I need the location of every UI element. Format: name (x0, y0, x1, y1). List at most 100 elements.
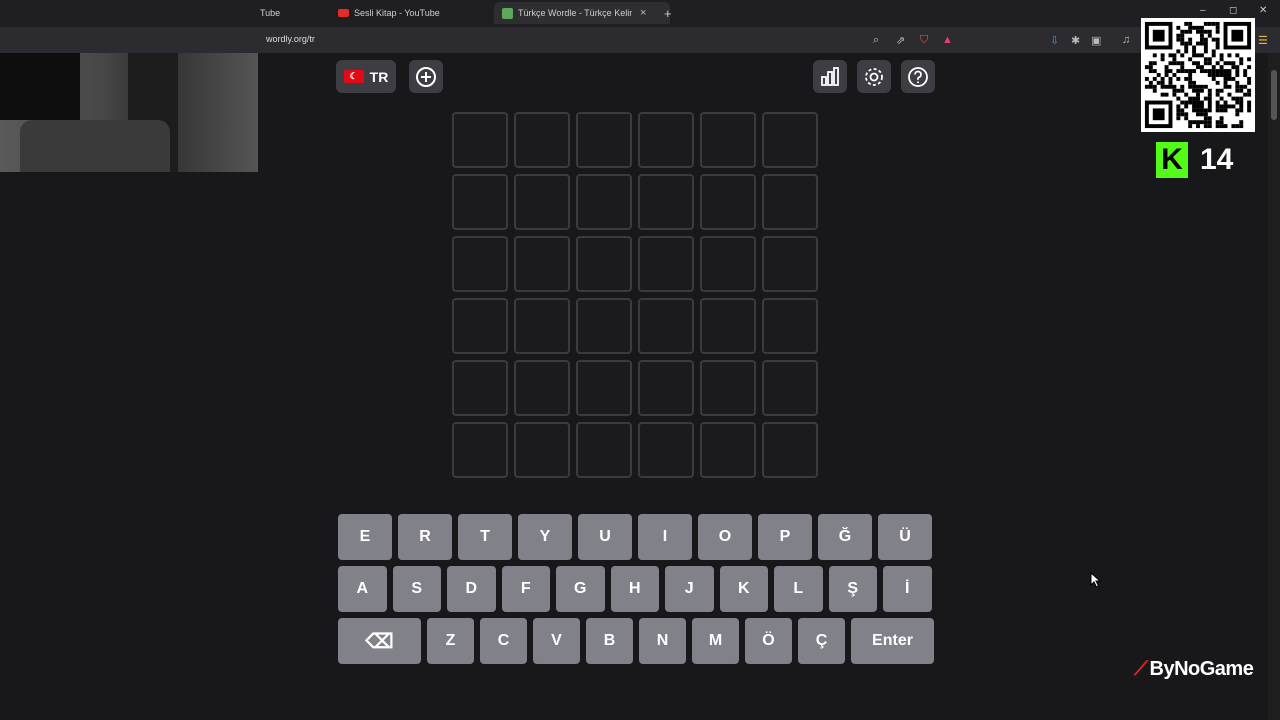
wordle-icon (502, 7, 513, 19)
board-tile (514, 174, 570, 230)
tab-wordle[interactable]: Türkçe Wordle - Türkçe Kelimel × (494, 2, 670, 24)
minimize-button[interactable]: – (1200, 5, 1206, 16)
board-tile (514, 422, 570, 478)
board-tile (700, 112, 756, 168)
board-tile (638, 236, 694, 292)
bar-chart-icon (821, 66, 839, 86)
key-c[interactable]: C (480, 618, 527, 664)
key-i̇[interactable]: İ (883, 566, 932, 612)
download-icon[interactable]: ⇩ (1050, 34, 1059, 47)
board-tile (638, 298, 694, 354)
board-tile (762, 236, 818, 292)
key-ç[interactable]: Ç (798, 618, 845, 664)
board-tile (514, 236, 570, 292)
gear-icon (865, 67, 883, 86)
enter-key[interactable]: Enter (851, 618, 934, 664)
tab-label: Sesli Kitap - YouTube (354, 8, 440, 18)
key-v[interactable]: V (533, 618, 580, 664)
key-z[interactable]: Z (427, 618, 474, 664)
keyboard-row-3: ⌫ ZCVBNMÖÇ Enter (338, 618, 934, 664)
board-tile (576, 360, 632, 416)
key-j[interactable]: J (665, 566, 714, 612)
media-icon[interactable]: ♫ (1122, 34, 1130, 46)
keyboard-row-3-letters: ZCVBNMÖÇ (427, 618, 845, 664)
tab-sesli-kitap[interactable]: Sesli Kitap - YouTube (338, 2, 440, 24)
board-tile (452, 422, 508, 478)
key-ü[interactable]: Ü (878, 514, 932, 560)
key-p[interactable]: P (758, 514, 812, 560)
tab-youtube[interactable]: Tube (260, 2, 280, 24)
extensions-icon[interactable]: ✱ (1071, 34, 1080, 47)
key-h[interactable]: H (610, 566, 659, 612)
viewer-count: 14 (1200, 143, 1234, 176)
scrollbar[interactable] (1268, 53, 1280, 720)
menu-icon[interactable]: ☰ (1258, 34, 1268, 47)
key-i[interactable]: I (638, 514, 692, 560)
qr-code-icon (1144, 21, 1252, 129)
brave-shield-icon[interactable]: ⛉ (920, 34, 928, 47)
key-f[interactable]: F (501, 566, 550, 612)
key-ö[interactable]: Ö (745, 618, 792, 664)
plus-circle-icon (416, 66, 436, 87)
close-window-button[interactable]: ✕ (1259, 5, 1267, 16)
youtube-icon (338, 9, 349, 17)
zoom-icon[interactable]: ⌕ (873, 34, 879, 47)
url-field[interactable]: wordly.org/tr (266, 34, 315, 44)
backspace-key[interactable]: ⌫ (338, 618, 421, 664)
key-s[interactable]: S (392, 566, 441, 612)
board-tile (638, 422, 694, 478)
webcam-sofa (20, 120, 170, 172)
game-board (452, 112, 818, 478)
board-tile (576, 236, 632, 292)
board-tile (762, 298, 818, 354)
board-tile (700, 236, 756, 292)
board-tile (700, 174, 756, 230)
key-d[interactable]: D (447, 566, 496, 612)
key-u[interactable]: U (578, 514, 632, 560)
new-game-button[interactable] (409, 60, 443, 93)
key-e[interactable]: E (338, 514, 392, 560)
help-button[interactable] (901, 60, 935, 93)
board-tile (452, 360, 508, 416)
question-icon (908, 66, 928, 87)
language-button[interactable]: ☾ TR (336, 60, 396, 93)
key-o[interactable]: O (698, 514, 752, 560)
bynogame-mark-icon: ⟋ (1134, 658, 1148, 680)
key-n[interactable]: N (639, 618, 686, 664)
key-k[interactable]: K (719, 566, 768, 612)
mouse-cursor-icon (1090, 572, 1102, 588)
board-tile (452, 174, 508, 230)
board-tile (452, 236, 508, 292)
address-bar: wordly.org/tr ⌕ ⇗ ⛉ ▲ ⇩ ✱ ▣ ♫ ☰ (0, 27, 1280, 53)
qr-code (1141, 18, 1255, 132)
kick-viewer-badge: K 14 (1156, 142, 1233, 178)
keyboard-row-1: ERTYUIOPĞÜ (338, 514, 932, 560)
key-m[interactable]: M (692, 618, 739, 664)
key-l[interactable]: L (774, 566, 823, 612)
board-tile (576, 422, 632, 478)
board-tile (576, 298, 632, 354)
key-a[interactable]: A (338, 566, 387, 612)
key-g[interactable]: G (556, 566, 605, 612)
sidebar-icon[interactable]: ▣ (1091, 34, 1101, 47)
key-t[interactable]: T (458, 514, 512, 560)
settings-button[interactable] (857, 60, 891, 93)
share-icon[interactable]: ⇗ (896, 34, 905, 47)
stats-button[interactable] (813, 60, 847, 93)
key-b[interactable]: B (586, 618, 633, 664)
board-tile (514, 112, 570, 168)
key-y[interactable]: Y (518, 514, 572, 560)
new-tab-button[interactable]: + (664, 6, 672, 21)
key-r[interactable]: R (398, 514, 452, 560)
key-ğ[interactable]: Ğ (818, 514, 872, 560)
board-tile (638, 112, 694, 168)
language-label: TR (369, 68, 389, 85)
brand-name: ByNoGame (1149, 658, 1254, 680)
key-ş[interactable]: Ş (828, 566, 877, 612)
maximize-button[interactable]: ◻ (1229, 5, 1237, 16)
brave-rewards-icon[interactable]: ▲ (942, 34, 953, 46)
scrollbar-thumb[interactable] (1271, 70, 1277, 120)
close-icon[interactable]: × (640, 7, 646, 19)
turkey-flag-icon: ☾ (343, 70, 364, 83)
tab-label: Türkçe Wordle - Türkçe Kelimel (518, 8, 632, 18)
